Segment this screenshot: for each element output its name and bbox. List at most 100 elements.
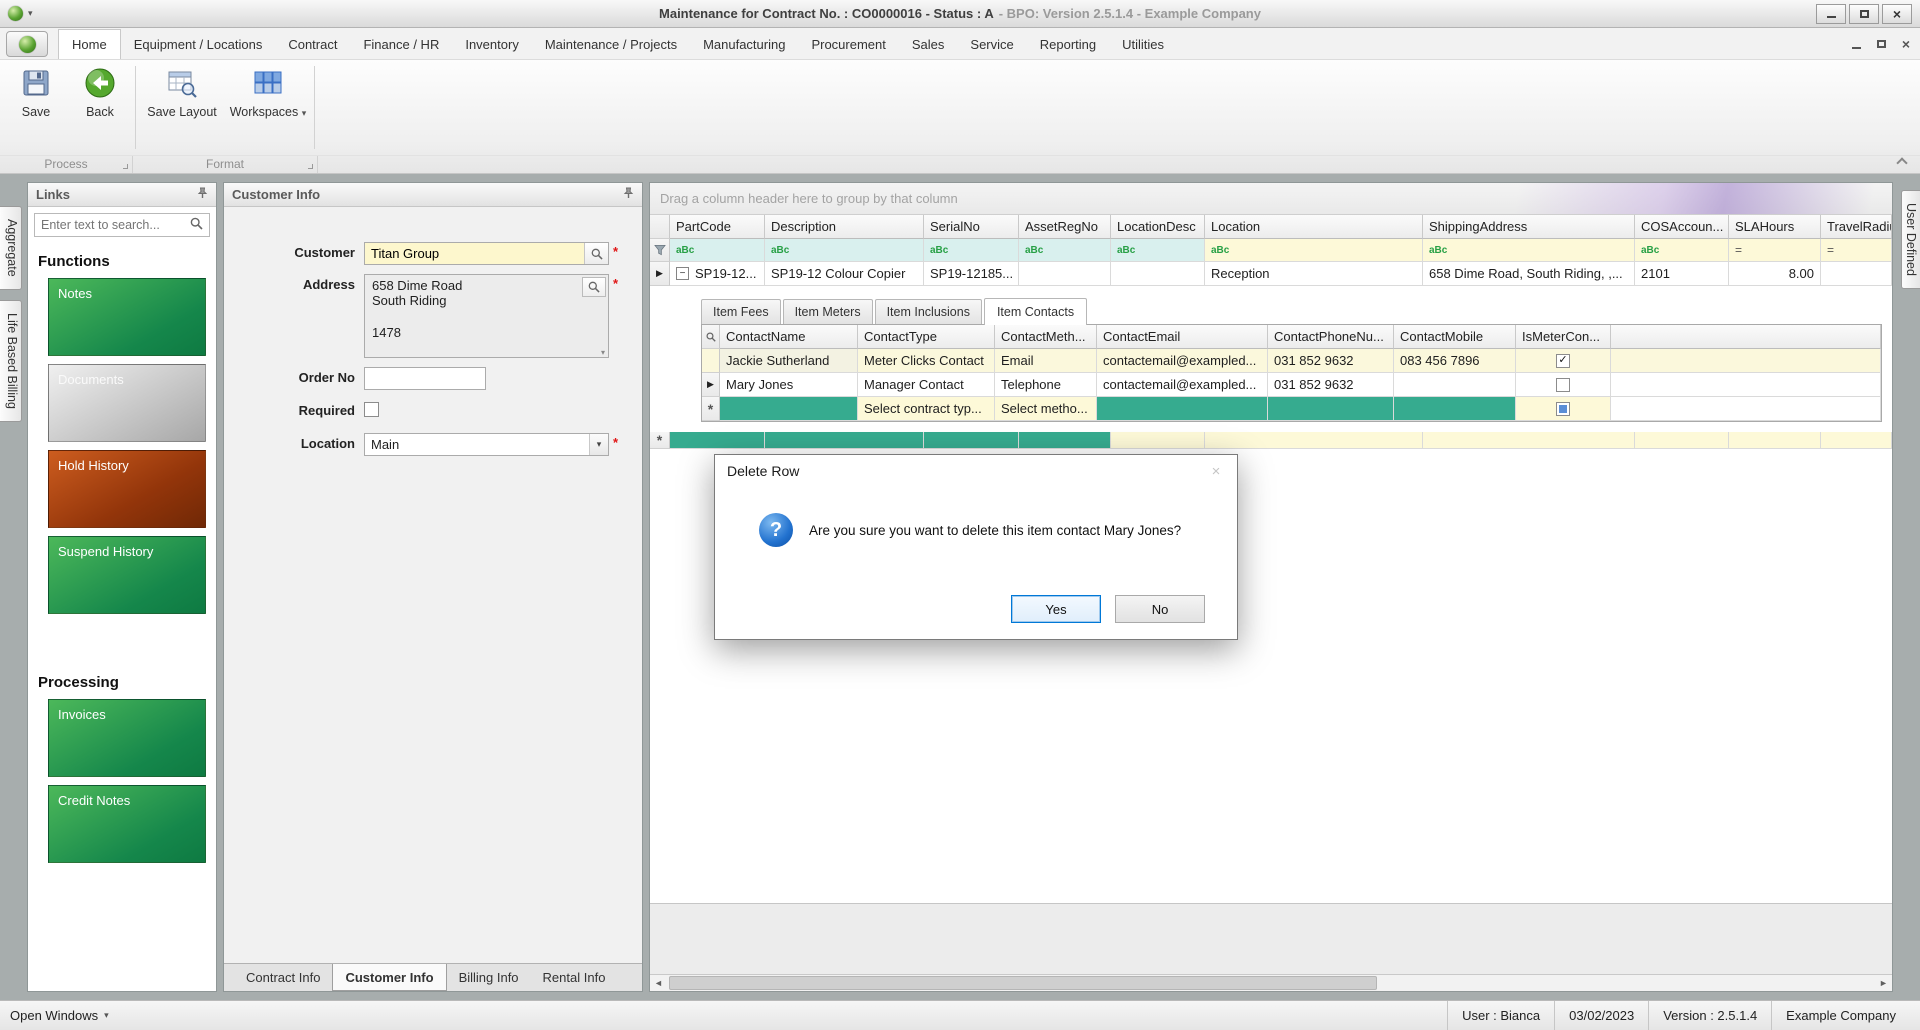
tab-utilities[interactable]: Utilities <box>1109 30 1177 59</box>
column-header-travelradius[interactable]: TravelRadiu... <box>1821 215 1892 239</box>
address-lookup-button[interactable] <box>582 277 606 297</box>
filter-cell-shippingaddress[interactable]: aBc <box>1423 239 1635 262</box>
customer-input[interactable] <box>365 246 584 261</box>
cell-partcode[interactable]: − SP19-12... <box>670 262 765 286</box>
column-header-shippingaddress[interactable]: ShippingAddress <box>1423 215 1635 239</box>
no-button[interactable]: No <box>1115 595 1205 623</box>
app-menu-button[interactable] <box>6 31 48 57</box>
new-cell-slahours[interactable] <box>1729 432 1821 449</box>
tab-rental-info[interactable]: Rental Info <box>531 964 618 991</box>
column-header-contactmethod[interactable]: ContactMeth... <box>995 325 1097 349</box>
scroll-left-arrow-icon[interactable]: ◄ <box>650 975 667 991</box>
column-header-ismetercontact[interactable]: IsMeterCon... <box>1516 325 1611 349</box>
tab-home[interactable]: Home <box>58 29 121 59</box>
filter-cell-slahours[interactable]: = <box>1729 239 1821 262</box>
hold-history-button[interactable]: Hold History <box>48 450 206 528</box>
cell-contactemail[interactable] <box>1097 397 1268 421</box>
collapse-row-icon[interactable]: − <box>676 267 689 280</box>
cell-contacttype-prompt[interactable]: Select contract typ... <box>858 397 995 421</box>
required-checkbox[interactable] <box>364 402 379 417</box>
search-icon[interactable] <box>190 217 203 233</box>
filter-cell-serialno[interactable]: aBc <box>924 239 1019 262</box>
chevron-down-icon[interactable]: ▾ <box>589 434 608 455</box>
cell-contactmethod[interactable]: Telephone <box>995 373 1097 397</box>
new-cell-serialno[interactable] <box>924 432 1019 449</box>
cell-contactmobile[interactable] <box>1394 397 1516 421</box>
tab-inventory[interactable]: Inventory <box>452 30 531 59</box>
tab-maintenance-projects[interactable]: Maintenance / Projects <box>532 30 690 59</box>
restore-button[interactable] <box>1849 3 1879 24</box>
column-header-serialno[interactable]: SerialNo <box>924 215 1019 239</box>
new-cell-description[interactable] <box>765 432 924 449</box>
edge-tab-user-defined[interactable]: User Defined <box>1901 190 1920 289</box>
workspaces-button[interactable]: Workspaces ▾ <box>225 60 311 155</box>
dialog-close-button[interactable]: × <box>1195 455 1237 487</box>
cell-contactmobile[interactable]: 083 456 7896 <box>1394 349 1516 373</box>
cell-contacttype[interactable]: Meter Clicks Contact <box>858 349 995 373</box>
tab-billing-info[interactable]: Billing Info <box>447 964 531 991</box>
scroll-right-arrow-icon[interactable]: ► <box>1875 975 1892 991</box>
cell-contactphone[interactable] <box>1268 397 1394 421</box>
cell-assetregno[interactable] <box>1019 262 1111 286</box>
notes-button[interactable]: Notes <box>48 278 206 356</box>
column-header-contactemail[interactable]: ContactEmail <box>1097 325 1268 349</box>
group-by-bar[interactable]: Drag a column header here to group by th… <box>650 183 1892 215</box>
tab-item-inclusions[interactable]: Item Inclusions <box>874 299 982 324</box>
filter-cell-assetregno[interactable]: aBc <box>1019 239 1111 262</box>
column-header-contacttype[interactable]: ContactType <box>858 325 995 349</box>
ismeter-checkbox-checked[interactable]: ✓ <box>1556 353 1570 368</box>
customer-lookup-button[interactable] <box>584 243 608 264</box>
column-header-locationdesc[interactable]: LocationDesc <box>1111 215 1205 239</box>
new-cell-partcode[interactable] <box>670 432 765 449</box>
tab-contract-info[interactable]: Contract Info <box>234 964 332 991</box>
new-cell-location[interactable] <box>1205 432 1423 449</box>
filter-cell-cosaccount[interactable]: aBc <box>1635 239 1729 262</box>
pin-icon[interactable] <box>197 187 208 202</box>
new-cell-shippingaddress[interactable] <box>1423 432 1635 449</box>
column-header-contactmobile[interactable]: ContactMobile <box>1394 325 1516 349</box>
cell-contactname[interactable]: Jackie Sutherland <box>720 349 858 373</box>
close-button[interactable]: × <box>1882 3 1912 24</box>
cell-locationdesc[interactable] <box>1111 262 1205 286</box>
cell-contactmethod[interactable]: Email <box>995 349 1097 373</box>
detail-search-cell[interactable] <box>702 325 720 349</box>
cell-contactmethod-prompt[interactable]: Select metho... <box>995 397 1097 421</box>
minimize-button[interactable] <box>1816 3 1846 24</box>
cell-contactemail[interactable]: contactemail@exampled... <box>1097 349 1268 373</box>
new-cell-travelradius[interactable] <box>1821 432 1892 449</box>
cell-shippingaddress[interactable]: 658 Dime Road, South Riding, ,... <box>1423 262 1635 286</box>
column-header-cosaccount[interactable]: COSAccoun... <box>1635 215 1729 239</box>
save-layout-button[interactable]: Save Layout <box>139 60 225 155</box>
location-dropdown[interactable]: Main ▾ <box>364 433 609 456</box>
cell-contactemail[interactable]: contactemail@exampled... <box>1097 373 1268 397</box>
cell-contactname[interactable]: Mary Jones <box>720 373 858 397</box>
tab-sales[interactable]: Sales <box>899 30 958 59</box>
cell-description[interactable]: SP19-12 Colour Copier <box>765 262 924 286</box>
cell-location[interactable]: Reception <box>1205 262 1423 286</box>
quick-access-toolbar[interactable]: ▾ <box>8 6 33 21</box>
column-header-description[interactable]: Description <box>765 215 924 239</box>
cell-travelradius[interactable] <box>1821 262 1892 286</box>
order-no-input[interactable] <box>365 368 485 389</box>
ismeter-checkbox-unchecked[interactable] <box>1556 377 1570 392</box>
tab-item-meters[interactable]: Item Meters <box>782 299 873 324</box>
ismeter-checkbox-indeterminate[interactable] <box>1556 401 1570 416</box>
group-launcher-icon[interactable] <box>123 164 128 169</box>
invoices-button[interactable]: Invoices <box>48 699 206 777</box>
tab-customer-info[interactable]: Customer Info <box>332 964 447 991</box>
cell-contactname[interactable] <box>720 397 858 421</box>
column-header-contactphone[interactable]: ContactPhoneNu... <box>1268 325 1394 349</box>
filter-cell-description[interactable]: aBc <box>765 239 924 262</box>
horizontal-scrollbar[interactable]: ◄ ► <box>650 974 1892 991</box>
filter-cell-travelradius[interactable]: = <box>1821 239 1892 262</box>
column-header-contactname[interactable]: ContactName <box>720 325 858 349</box>
tab-manufacturing[interactable]: Manufacturing <box>690 30 798 59</box>
mdi-minimize-icon[interactable] <box>1851 46 1861 49</box>
new-cell-locationdesc[interactable] <box>1111 432 1205 449</box>
tab-reporting[interactable]: Reporting <box>1027 30 1109 59</box>
caret-down-icon[interactable]: ▾ <box>28 8 33 19</box>
mdi-close-icon[interactable]: × <box>1902 37 1910 51</box>
tab-service[interactable]: Service <box>957 30 1026 59</box>
back-button[interactable]: Back <box>68 60 132 155</box>
save-button[interactable]: Save <box>4 60 68 155</box>
